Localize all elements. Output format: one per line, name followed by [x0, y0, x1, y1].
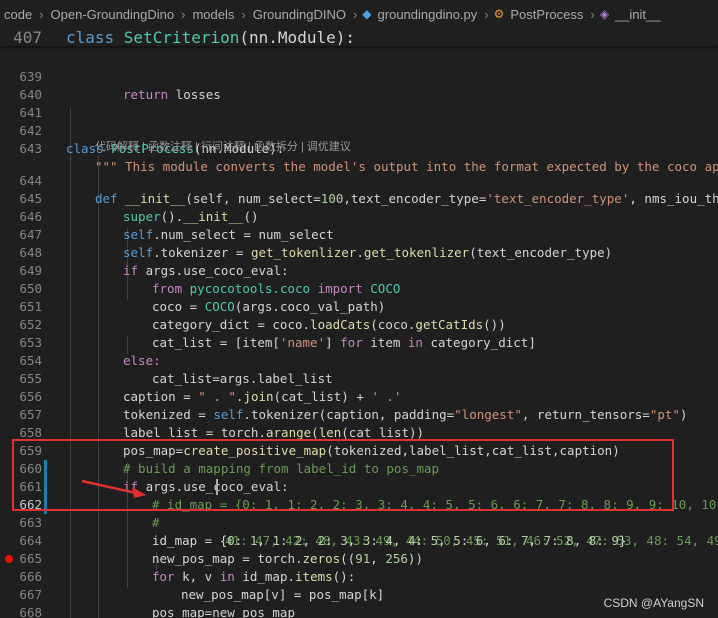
watermark: CSDN @AYangSN: [603, 596, 704, 610]
breadcrumb-item-models[interactable]: models: [190, 7, 236, 22]
breadcrumb-item-code[interactable]: code: [0, 7, 34, 22]
chevron-right-icon: ›: [39, 6, 44, 22]
breadcrumb-item-method[interactable]: __init__: [613, 7, 663, 22]
code-line[interactable]: 649 from pycocotools.coco import COCO: [0, 244, 718, 296]
code-line[interactable]: 639 return losses: [0, 50, 718, 102]
breadcrumb: code › Open-GroundingDino › models › Gro…: [0, 0, 718, 29]
code-line[interactable]: 661 # id_map = {0: 1, 1: 2, 2: 3, 3: 4, …: [0, 460, 718, 512]
code-line[interactable]: 666 new_pos_map[v] = pos_map[k]: [0, 550, 718, 602]
class-symbol-icon: ⚙: [493, 7, 505, 21]
code-line[interactable]: 660 if args.use_coco_eval:: [0, 442, 718, 494]
code-line[interactable]: 641: [0, 86, 718, 120]
code-line[interactable]: 656 tokenized = self.tokenizer(caption, …: [0, 370, 718, 422]
annotation-arrow-icon: [81, 479, 146, 498]
code-line[interactable]: 646 self.num_select = num_select: [0, 190, 718, 242]
code-line[interactable]: 651 category_dict = coco.loadCats(coco.g…: [0, 280, 718, 332]
chevron-right-icon: ›: [181, 6, 186, 22]
chevron-right-icon: ›: [484, 6, 489, 22]
text-cursor: [216, 479, 218, 495]
python-file-icon: ◆: [362, 7, 372, 21]
chevron-right-icon: ›: [241, 6, 246, 22]
code-line[interactable]: 642 class PostProcess(nn.Module):: [0, 104, 718, 156]
breadcrumb-item-repo[interactable]: Open-GroundingDino: [49, 7, 177, 22]
line-number: 407: [13, 28, 42, 47]
code-line[interactable]: 645 super().__init__(): [0, 172, 718, 224]
code-line[interactable]: 654 cat_list=args.label_list: [0, 334, 718, 386]
code-line[interactable]: 667 pos_map=new_pos_map: [0, 568, 718, 618]
code-line[interactable]: 665 for k, v in id_map.items():: [0, 532, 718, 584]
codelens-actions[interactable]: 代码解释 | 函数注释 | 行间注释 | 函数拆分 | 调优建议: [95, 140, 351, 154]
code-line[interactable]: 664 new_pos_map = torch.zeros((91, 256)): [0, 514, 718, 566]
method-symbol-icon: ◈: [599, 7, 609, 21]
code-line[interactable]: 653 else:: [0, 316, 718, 368]
code-text: class SetCriterion(nn.Module):: [66, 28, 355, 47]
code-line[interactable]: 648 if args.use_coco_eval:: [0, 226, 718, 278]
breadcrumb-item-file[interactable]: groundingdino.py: [376, 7, 480, 22]
code-line[interactable]: 644 def __init__(self, num_select=100,te…: [0, 154, 718, 206]
code-line[interactable]: 655 caption = " . ".join(cat_list) + ' .…: [0, 352, 718, 404]
code-line[interactable]: 643 """ This module converts the model's…: [0, 122, 718, 174]
code-line[interactable]: 647 self.tokenizer = get_tokenlizer.get_…: [0, 208, 718, 260]
sticky-scroll-line[interactable]: 407 class SetCriterion(nn.Module):: [0, 28, 718, 47]
breadcrumb-item-class[interactable]: PostProcess: [508, 7, 585, 22]
code-line[interactable]: 657 label_list = torch.arange(len(cat_li…: [0, 388, 718, 440]
code-line[interactable]: 652 cat_list = [item['name'] for item in…: [0, 298, 718, 350]
breadcrumb-item-groundingdino[interactable]: GroundingDINO: [251, 7, 348, 22]
code-line[interactable]: 658 pos_map=create_positive_map(tokenize…: [0, 406, 718, 458]
code-line[interactable]: 640: [0, 68, 718, 102]
chevron-right-icon: ›: [590, 6, 595, 22]
code-line[interactable]: 650 coco = COCO(args.coco_val_path): [0, 262, 718, 314]
code-line[interactable]: 659 # build a mapping from label_id to p…: [0, 424, 718, 476]
chevron-right-icon: ›: [352, 6, 358, 22]
code-editor[interactable]: 639 return losses 640 641 642 class Post…: [0, 28, 718, 618]
